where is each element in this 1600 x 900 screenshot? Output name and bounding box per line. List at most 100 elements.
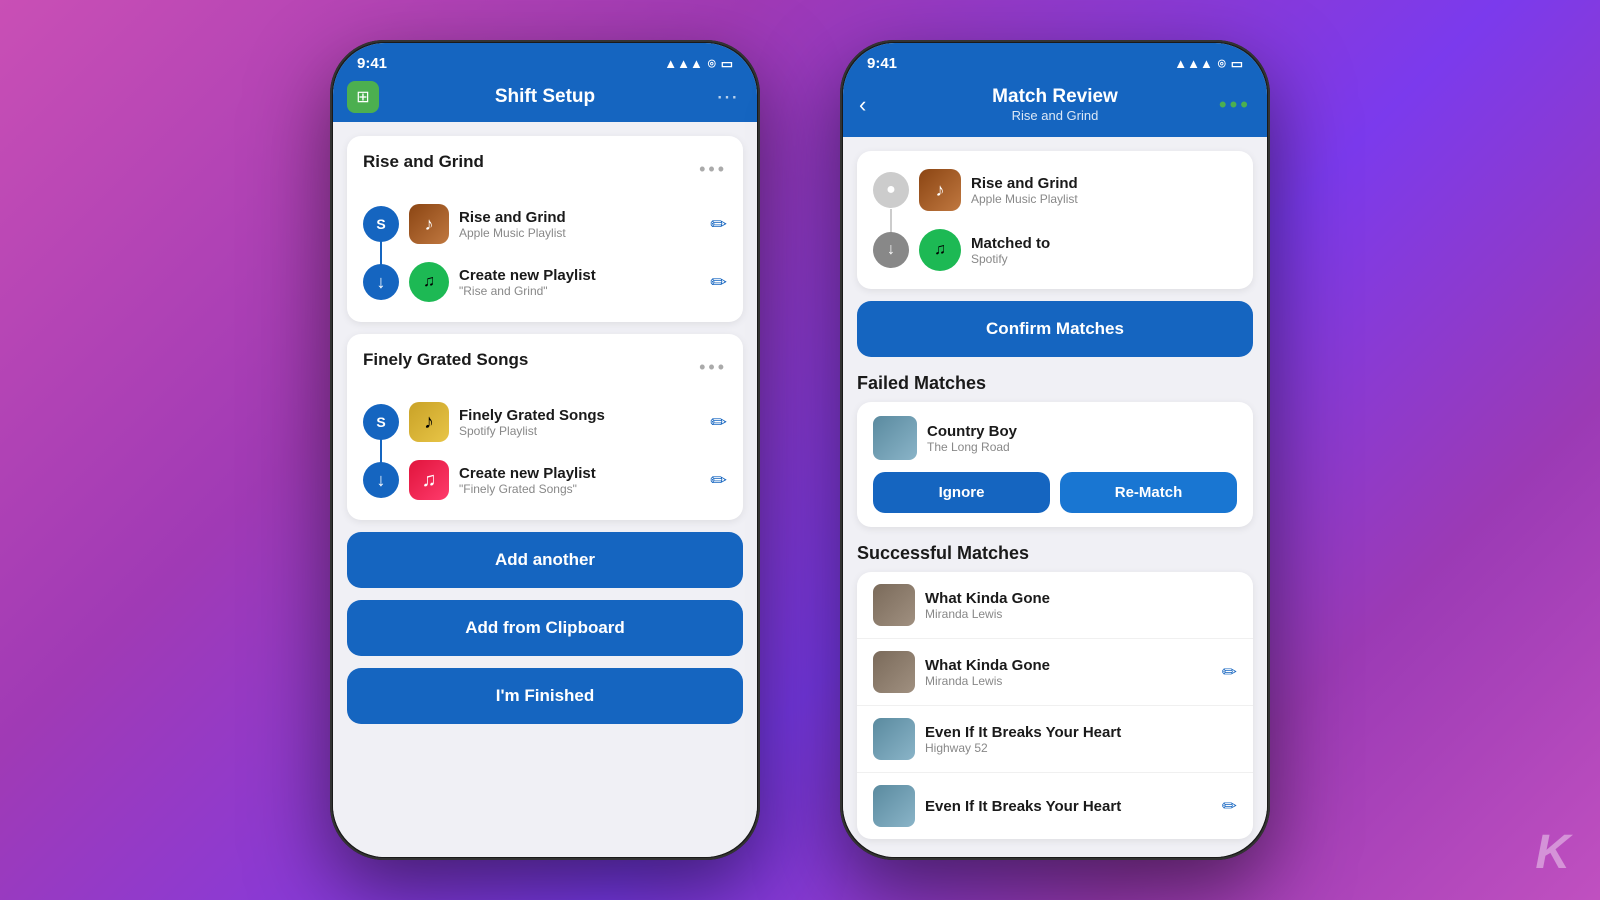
success-name-2: Even If It Breaks Your Heart xyxy=(925,724,1237,741)
edit-icon-1[interactable]: ✏ xyxy=(710,212,727,237)
dest-sub-1: "Rise and Grind" xyxy=(459,284,700,298)
phone1-screen: Rise and Grind ••• S ♪ Rise and Grind Ap… xyxy=(333,122,757,857)
spotify-gold-icon: ♪ xyxy=(409,402,449,442)
dest-name-2: Create new Playlist xyxy=(459,465,700,482)
time-2: 9:41 xyxy=(867,55,897,72)
signal-icon: ▲▲▲ xyxy=(664,56,703,71)
card-header-1: Rise and Grind ••• xyxy=(363,152,727,186)
source-row-1: S ♪ Rise and Grind Apple Music Playlist … xyxy=(363,200,727,248)
success-item-3: Even If It Breaks Your Heart ✏ xyxy=(857,773,1253,839)
source-row-2: S ♪ Finely Grated Songs Spotify Playlist… xyxy=(363,398,727,446)
edit-icon-2b[interactable]: ✏ xyxy=(710,468,727,493)
header-dots: ⋯ xyxy=(716,84,741,110)
failed-song-thumb xyxy=(873,416,917,460)
dest-row-1: ↓ ♫ Create new Playlist "Rise and Grind"… xyxy=(363,258,727,306)
match-review-subtitle: Rise and Grind xyxy=(992,108,1118,123)
down-icon-2: ↓ xyxy=(363,462,399,498)
header-dots-2[interactable]: ••• xyxy=(1219,92,1251,118)
status-icons-1: ▲▲▲ ⌾ ▭ xyxy=(664,56,733,72)
transfer-source-type: Apple Music Playlist xyxy=(971,192,1237,206)
dest-row-2: ↓ ♫ Create new Playlist "Finely Grated S… xyxy=(363,456,727,504)
signal-icon-2: ▲▲▲ xyxy=(1174,56,1213,71)
shift-setup-title: Shift Setup xyxy=(495,86,595,108)
transfer-dest-icon: ↓ xyxy=(873,232,909,268)
ignore-button[interactable]: Ignore xyxy=(873,472,1050,513)
card-header-2: Finely Grated Songs ••• xyxy=(363,350,727,384)
add-from-clipboard-button[interactable]: Add from Clipboard xyxy=(347,600,743,656)
rise-and-grind-card: Rise and Grind ••• S ♪ Rise and Grind Ap… xyxy=(347,136,743,322)
wifi-icon: ⌾ xyxy=(708,56,716,72)
card-dots-2[interactable]: ••• xyxy=(699,357,727,378)
success-name-0: What Kinda Gone xyxy=(925,590,1237,607)
action-buttons: Ignore Re-Match xyxy=(873,472,1237,513)
add-another-button[interactable]: Add another xyxy=(347,532,743,588)
transfer-dest-type: Spotify xyxy=(971,252,1237,266)
transfer-card: ● ♪ Rise and Grind Apple Music Playlist … xyxy=(857,151,1253,289)
source-info-1: Rise and Grind Apple Music Playlist xyxy=(459,209,700,240)
transfer-source-icon: ● xyxy=(873,172,909,208)
wifi-icon-2: ⌾ xyxy=(1218,56,1226,72)
failed-song-row: Country Boy The Long Road xyxy=(873,416,1237,460)
apple-music-icon-1: ♪ xyxy=(409,204,449,244)
successful-matches-title: Successful Matches xyxy=(857,539,1253,572)
success-edit-icon-3[interactable]: ✏ xyxy=(1222,796,1237,817)
apple-music-red-icon: ♫ xyxy=(409,460,449,500)
success-item-1: What Kinda Gone Miranda Lewis ✏ xyxy=(857,639,1253,706)
card-title-2: Finely Grated Songs xyxy=(363,350,528,370)
failed-matches-title: Failed Matches xyxy=(857,369,1253,402)
down-icon-1: ↓ xyxy=(363,264,399,300)
failed-matches-section: Failed Matches Country Boy The Long Road… xyxy=(857,369,1253,527)
transfer-dest-info: Matched to Spotify xyxy=(971,235,1237,266)
source-name-2: Finely Grated Songs xyxy=(459,407,700,424)
transfer-spotify-icon: ♫ xyxy=(919,229,961,271)
success-list: What Kinda Gone Miranda Lewis What Kinda… xyxy=(857,572,1253,839)
success-artist-2: Highway 52 xyxy=(925,741,1237,755)
dest-name-1: Create new Playlist xyxy=(459,267,700,284)
status-bar-1: 9:41 ▲▲▲ ⌾ ▭ xyxy=(333,43,757,78)
failed-song-name: Country Boy xyxy=(927,423,1237,440)
source-type-1: Apple Music Playlist xyxy=(459,226,700,240)
card-dots-1[interactable]: ••• xyxy=(699,159,727,180)
success-info-1: What Kinda Gone Miranda Lewis xyxy=(925,657,1212,688)
success-thumb-2 xyxy=(873,718,915,760)
im-finished-button[interactable]: I'm Finished xyxy=(347,668,743,724)
success-info-3: Even If It Breaks Your Heart xyxy=(925,798,1212,815)
success-artist-1: Miranda Lewis xyxy=(925,674,1212,688)
failed-song-album: The Long Road xyxy=(927,440,1237,454)
card-title-1: Rise and Grind xyxy=(363,152,484,172)
edit-icon-2[interactable]: ✏ xyxy=(710,410,727,435)
dest-info-1: Create new Playlist "Rise and Grind" xyxy=(459,267,700,298)
successful-matches-section: Successful Matches What Kinda Gone Miran… xyxy=(857,539,1253,839)
success-artist-0: Miranda Lewis xyxy=(925,607,1237,621)
success-name-1: What Kinda Gone xyxy=(925,657,1212,674)
rematch-button[interactable]: Re-Match xyxy=(1060,472,1237,513)
success-edit-icon-1[interactable]: ✏ xyxy=(1222,662,1237,683)
status-icons-2: ▲▲▲ ⌾ ▭ xyxy=(1174,56,1243,72)
transfer-dest-name: Matched to xyxy=(971,235,1237,252)
success-info-2: Even If It Breaks Your Heart Highway 52 xyxy=(925,724,1237,755)
dest-sub-2: "Finely Grated Songs" xyxy=(459,482,700,496)
failed-song-info: Country Boy The Long Road xyxy=(927,423,1237,454)
transfer-apple-music-icon: ♪ xyxy=(919,169,961,211)
menu-icon[interactable]: ⊞ xyxy=(347,81,379,113)
confirm-matches-button[interactable]: Confirm Matches xyxy=(857,301,1253,357)
match-review-header: ‹ Match Review Rise and Grind ••• xyxy=(843,78,1267,137)
dest-info-2: Create new Playlist "Finely Grated Songs… xyxy=(459,465,700,496)
transfer-source-info: Rise and Grind Apple Music Playlist xyxy=(971,175,1237,206)
source-type-2: Spotify Playlist xyxy=(459,424,700,438)
match-content: ● ♪ Rise and Grind Apple Music Playlist … xyxy=(843,137,1267,853)
success-item-0: What Kinda Gone Miranda Lewis xyxy=(857,572,1253,639)
failed-card: Country Boy The Long Road Ignore Re-Matc… xyxy=(857,402,1253,527)
match-screen: ● ♪ Rise and Grind Apple Music Playlist … xyxy=(843,137,1267,857)
header-title-group: Match Review Rise and Grind xyxy=(992,86,1118,123)
status-bar-2: 9:41 ▲▲▲ ⌾ ▭ xyxy=(843,43,1267,78)
match-review-title: Match Review xyxy=(992,86,1118,108)
edit-icon-1b[interactable]: ✏ xyxy=(710,270,727,295)
source-info-2: Finely Grated Songs Spotify Playlist xyxy=(459,407,700,438)
spotify-s-icon-2: S xyxy=(363,404,399,440)
transfer-source-name: Rise and Grind xyxy=(971,175,1237,192)
back-button[interactable]: ‹ xyxy=(859,92,866,118)
success-thumb-0 xyxy=(873,584,915,626)
time-1: 9:41 xyxy=(357,55,387,72)
success-name-3: Even If It Breaks Your Heart xyxy=(925,798,1212,815)
